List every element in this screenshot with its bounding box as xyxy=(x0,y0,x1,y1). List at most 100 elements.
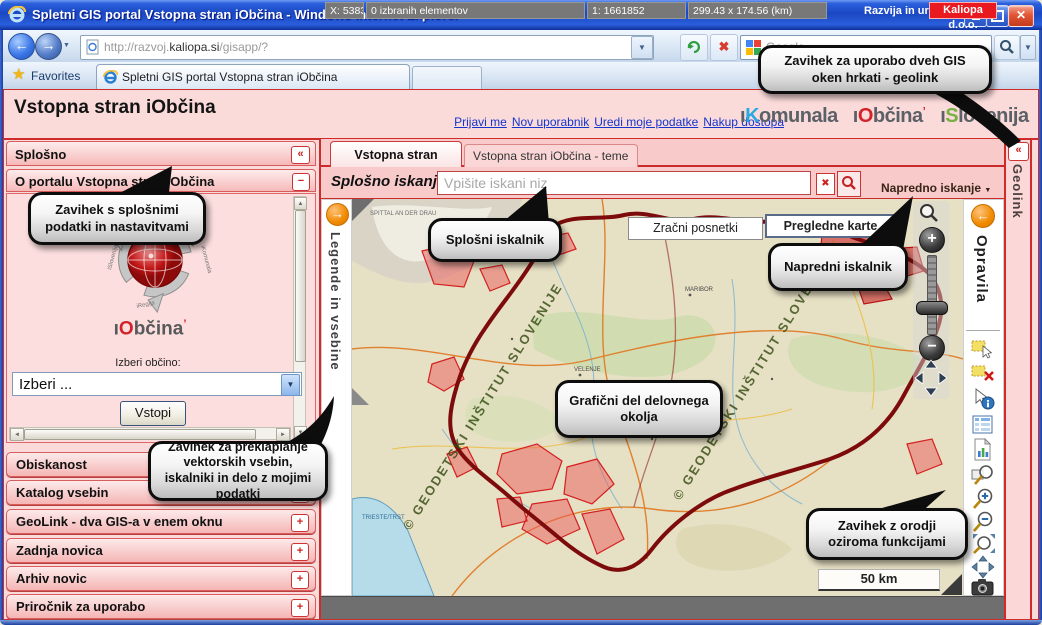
favorites-star-icon[interactable]: ★ xyxy=(12,65,25,83)
sidebar-header-splosno[interactable]: Splošno « xyxy=(6,141,316,166)
expand-tasks-button[interactable]: ← xyxy=(971,204,995,228)
accordion-title: Katalog vsebin xyxy=(16,485,108,500)
municipality-select[interactable]: Izberi ... ▼ xyxy=(12,372,302,396)
sidebar-collapse-button[interactable]: « xyxy=(291,146,310,164)
accordion-geolink[interactable]: GeoLink - dva GIS-a v enem oknu+ xyxy=(6,509,316,534)
logo-sup: ’ xyxy=(923,105,926,117)
forward-button[interactable]: → xyxy=(35,33,62,60)
tool-zoom-window[interactable] xyxy=(968,463,998,487)
url-text[interactable]: http://razvoj.kaliopa.si/gisapp/? xyxy=(104,40,268,54)
back-icon: ← xyxy=(15,37,29,53)
magnifier-icon[interactable] xyxy=(919,203,939,223)
zoom-slider-track[interactable] xyxy=(927,255,937,335)
layer-button-zracni-posnetki[interactable]: Zračni posnetki xyxy=(628,217,763,240)
tool-identify-feature[interactable] xyxy=(968,388,998,412)
stop-button[interactable]: ✖ xyxy=(710,34,738,61)
expand-button[interactable]: + xyxy=(291,514,309,532)
gis-tab-label: Vstopna stran iObčina - teme xyxy=(473,149,628,163)
tool-screenshot[interactable] xyxy=(968,577,998,601)
callout-napredni-iskalnik: Napredni iskalnik xyxy=(768,243,908,291)
ie-logo-icon xyxy=(8,6,26,24)
search-submit-button[interactable] xyxy=(837,171,861,197)
link-uredi-podatke[interactable]: Uredi moje podatke xyxy=(594,115,698,129)
map-corner-handle-icon[interactable] xyxy=(941,574,962,595)
gis-tab-active[interactable]: Vstopna stran iObčina xyxy=(330,141,462,168)
expand-button[interactable]: + xyxy=(291,571,309,589)
logo-islovenija[interactable]: ıSlovenija xyxy=(940,105,1028,128)
sidebar-hscrollbar[interactable]: ◄ ► xyxy=(9,427,291,440)
select-dropdown-icon[interactable]: ▼ xyxy=(281,374,300,396)
map-corner-handle-icon[interactable] xyxy=(352,199,374,221)
geolink-tab-label[interactable]: Geolink xyxy=(1010,164,1025,219)
geolink-expand-button[interactable]: « xyxy=(1008,142,1029,161)
layer-button-pregledne-karte[interactable]: Pregledne karte xyxy=(765,214,896,238)
tool-pan[interactable] xyxy=(968,555,998,579)
refresh-button[interactable] xyxy=(680,34,708,61)
logo-ikomunala[interactable]: ıKomunala xyxy=(740,105,838,128)
logo-accent: O xyxy=(119,318,134,339)
logo-accent: O xyxy=(858,105,873,127)
sidebar-vscrollbar[interactable]: ▲ ▼ xyxy=(293,196,306,440)
back-button[interactable]: ← xyxy=(8,33,35,60)
search-clear-button[interactable]: ✖ xyxy=(816,173,835,195)
new-tab-stub[interactable] xyxy=(412,66,482,89)
globe-label: iKomunala xyxy=(199,245,212,275)
logo-text: lovenija xyxy=(958,105,1028,127)
arrow-right-icon: → xyxy=(331,206,344,221)
search-options-caret[interactable]: ▼ xyxy=(1020,35,1036,60)
link-nov-uporabnik[interactable]: Nov uporabnik xyxy=(512,115,589,129)
zoom-slider-handle[interactable] xyxy=(916,301,948,315)
tool-select-by-rectangle[interactable] xyxy=(968,338,998,362)
tool-zoom-in[interactable] xyxy=(968,487,998,511)
scroll-right-icon[interactable]: ► xyxy=(280,432,286,438)
globe-label: iSlovenija xyxy=(107,244,120,271)
logo-accent: K xyxy=(745,105,759,127)
window-border-bottom xyxy=(0,620,1042,625)
legend-tab-label[interactable]: Legende in vsebine xyxy=(328,232,343,371)
close-button[interactable]: ✕ xyxy=(1008,5,1034,27)
gis-tab-teme[interactable]: Vstopna stran iObčina - teme ✖ xyxy=(464,144,638,168)
search-icon xyxy=(999,39,1015,55)
accordion-zadnja-novica[interactable]: Zadnja novica+ xyxy=(6,538,316,563)
hscroll-thumb[interactable] xyxy=(24,429,256,440)
zoom-in-button[interactable]: + xyxy=(919,227,945,253)
kaliopa-brand-badge[interactable]: Kaliopa d.o.o. xyxy=(929,2,997,19)
vscroll-thumb[interactable] xyxy=(295,210,306,362)
accordion-prirocnik[interactable]: Priročnik za uporabo+ xyxy=(6,594,316,619)
tool-clear-selection[interactable] xyxy=(968,363,998,387)
expand-button[interactable]: + xyxy=(291,599,309,617)
vstopi-button[interactable]: Vstopi xyxy=(120,401,186,426)
advanced-search-toggle[interactable]: Napredno iskanje ▼ xyxy=(881,181,991,195)
logo-iobcina[interactable]: ıObčina’ xyxy=(853,105,925,128)
tool-attribute-table[interactable] xyxy=(968,414,998,438)
accordion-arhiv-novic[interactable]: Arhiv novic+ xyxy=(6,566,316,591)
expand-button[interactable]: + xyxy=(291,543,309,561)
search-input[interactable] xyxy=(437,171,811,195)
url-part-1: http://razvoj. xyxy=(104,40,169,54)
scroll-up-icon[interactable]: ▲ xyxy=(298,201,304,207)
status-selection: 0 izbranih elementov xyxy=(366,2,585,19)
map-side-handle-icon[interactable] xyxy=(352,388,369,405)
ie-tab-icon xyxy=(103,70,118,85)
panel-header-o-portalu[interactable]: O portalu Vstopna stran iObčina − xyxy=(6,169,316,192)
tool-report[interactable] xyxy=(968,438,998,462)
tool-zoom-to-extent[interactable] xyxy=(968,532,998,556)
favorites-label[interactable]: Favorites xyxy=(31,69,80,83)
search-label: Splošno iskanje xyxy=(331,173,445,190)
search-go-button[interactable] xyxy=(994,35,1020,60)
tool-zoom-out[interactable] xyxy=(968,510,998,534)
page-title: Vstopna stran iObčina xyxy=(14,97,216,119)
pan-control[interactable] xyxy=(913,358,949,398)
minus-icon: − xyxy=(927,338,936,355)
address-dropdown-button[interactable]: ▼ xyxy=(631,36,653,59)
forward-icon: → xyxy=(42,37,56,53)
scroll-down-icon[interactable]: ▼ xyxy=(298,430,304,436)
logo-sup: ’ xyxy=(183,318,186,330)
panel-collapse-button[interactable]: − xyxy=(292,173,310,191)
tasks-tab-label[interactable]: Opravila xyxy=(973,235,990,303)
expand-legend-button[interactable]: → xyxy=(326,203,349,226)
link-prijavi-me[interactable]: Prijavi me xyxy=(454,115,507,129)
nav-history-caret[interactable]: ▼ xyxy=(63,42,70,49)
clear-icon: ✖ xyxy=(821,178,829,189)
scroll-left-icon[interactable]: ◄ xyxy=(14,432,20,438)
